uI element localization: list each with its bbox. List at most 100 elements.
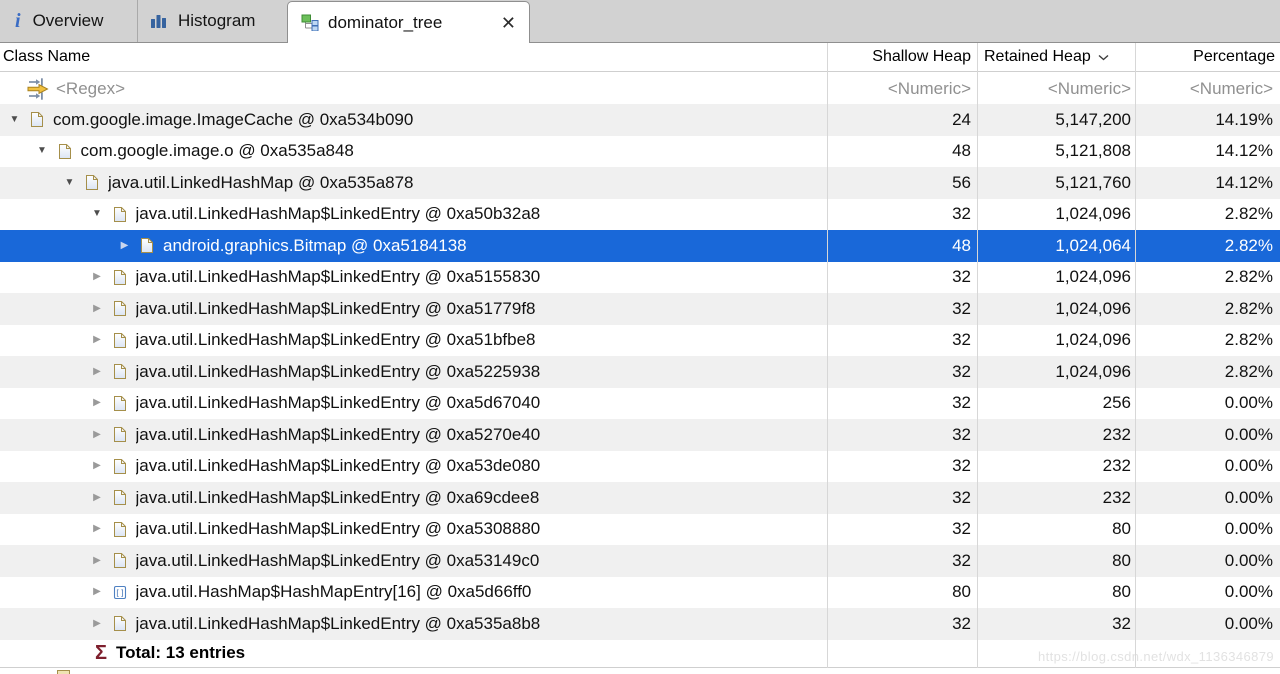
shallow-heap-value: 32 (952, 330, 971, 350)
column-divider[interactable] (977, 43, 978, 668)
filter-row: <Regex> <Numeric> <Numeric> <Numeric> (0, 73, 1280, 104)
percentage-value: 0.00% (1224, 393, 1273, 413)
column-divider[interactable] (827, 43, 828, 668)
retained-heap-value: 80 (1112, 550, 1131, 570)
expand-arrow-icon[interactable]: ▶ (118, 240, 131, 251)
class-name-filter-input[interactable]: <Regex> (0, 77, 828, 100)
percentage-value: 2.82% (1224, 330, 1273, 350)
object-label: java.util.LinkedHashMap$LinkedEntry @ 0x… (135, 330, 536, 350)
collapse-arrow-icon[interactable]: ▼ (8, 114, 21, 125)
tree-row[interactable]: ▶ java.util.LinkedHashMap$LinkedEntry @ 0… (0, 356, 1280, 388)
expand-arrow-icon[interactable]: ▶ (91, 587, 104, 597)
percentage-value: 0.00% (1224, 550, 1273, 570)
retained-heap-filter-input[interactable]: <Numeric> (978, 79, 1136, 99)
tree-row[interactable]: ▶ java.util.LinkedHashMap$LinkedEntry @ 0… (0, 324, 1280, 356)
retained-heap-value: 1,024,096 (1055, 330, 1131, 350)
expand-arrow-icon[interactable]: ▶ (91, 303, 104, 314)
percentage-value: 14.12% (1215, 141, 1273, 161)
tree-row[interactable]: ▼ com.google.image.ImageCache @ 0xa534b09… (0, 104, 1280, 136)
object-label: java.util.LinkedHashMap$LinkedEntry @ 0x… (135, 361, 541, 381)
column-header-retained-heap[interactable]: Retained Heap (978, 48, 1136, 66)
shallow-heap-value: 32 (952, 487, 971, 507)
column-header-shallow-heap[interactable]: Shallow Heap (828, 48, 978, 66)
close-tab-icon[interactable]: ✕ (501, 14, 516, 32)
object-label: java.util.LinkedHashMap$LinkedEntry @ 0x… (135, 519, 541, 539)
expand-arrow-icon[interactable]: ▶ (91, 492, 104, 503)
collapse-arrow-icon[interactable]: ▼ (91, 209, 104, 219)
retained-heap-value: 232 (1102, 424, 1131, 444)
shallow-heap-filter-input[interactable]: <Numeric> (828, 79, 978, 99)
tree-row[interactable]: ▶ java.util.LinkedHashMap$LinkedEntry @ 0… (0, 450, 1280, 482)
shallow-heap-value: 32 (952, 267, 971, 287)
object-instance-icon (113, 206, 127, 223)
expand-arrow-icon[interactable]: ▶ (91, 429, 104, 440)
histogram-icon (150, 13, 168, 30)
shallow-heap-value: 32 (952, 298, 971, 318)
collapse-arrow-icon[interactable]: ▼ (63, 177, 76, 188)
object-instance-icon (113, 521, 127, 538)
tree-row[interactable]: ▶ java.util.LinkedHashMap$LinkedEntry @ 0… (0, 387, 1280, 419)
object-instance-icon (113, 332, 127, 349)
object-label: java.util.LinkedHashMap$LinkedEntry @ 0x… (135, 550, 540, 570)
object-instance-icon (113, 489, 127, 506)
retained-heap-value: 232 (1102, 456, 1131, 476)
retained-heap-value: 1,024,096 (1055, 298, 1131, 318)
shallow-heap-value: 32 (952, 361, 971, 381)
shallow-heap-value: 48 (952, 235, 971, 255)
shallow-heap-value: 32 (952, 456, 971, 476)
dominator-tree-icon (301, 14, 319, 32)
percentage-value: 0.00% (1224, 487, 1273, 507)
tree-row[interactable]: ▼ java.util.LinkedHashMap$LinkedEntry @ 0… (0, 198, 1280, 230)
filter-icon (27, 78, 49, 100)
shallow-heap-value: 80 (952, 582, 971, 602)
column-header-class-name[interactable]: Class Name (0, 48, 828, 66)
sort-descending-icon (1098, 54, 1109, 60)
object-label: java.util.LinkedHashMap @ 0xa535a878 (108, 172, 414, 192)
retained-heap-value: 1,024,096 (1055, 204, 1131, 224)
watermark-text: https://blog.csdn.net/wdx_1136346879 (1037, 649, 1274, 664)
object-instance-icon (140, 237, 154, 254)
expand-arrow-icon[interactable]: ▶ (91, 618, 104, 629)
shallow-heap-value: 32 (952, 393, 971, 413)
expand-arrow-icon[interactable]: ▶ (91, 272, 104, 282)
tree-row[interactable]: ▶ java.util.LinkedHashMap$LinkedEntry @ 0… (0, 419, 1280, 451)
tree-row[interactable]: ▼ com.google.image.o @ 0xa535a848 48 5,121,… (0, 135, 1280, 167)
column-divider[interactable] (1135, 43, 1136, 668)
tree-row[interactable]: ▶ [] java.util.HashMap$HashMapEntry[16] @ … (0, 576, 1280, 608)
expand-arrow-icon[interactable]: ▶ (91, 398, 104, 408)
tree-row[interactable]: ▼ java.util.LinkedHashMap @ 0xa535a878 56 5… (0, 167, 1280, 199)
tree-row[interactable]: ▶ android.graphics.Bitmap @ 0xa5184138 48 1… (0, 230, 1280, 262)
retained-heap-value: 256 (1102, 393, 1131, 413)
tree-row[interactable]: ▶ java.util.LinkedHashMap$LinkedEntry @ 0… (0, 293, 1280, 325)
svg-text:[]: [] (115, 589, 125, 598)
collapse-arrow-icon[interactable]: ▼ (36, 146, 49, 156)
tab-overview[interactable]: i Overview (0, 0, 137, 42)
object-label: java.util.LinkedHashMap$LinkedEntry @ 0x… (135, 204, 541, 224)
object-label: java.util.LinkedHashMap$LinkedEntry @ 0x… (135, 267, 541, 287)
tab-dominator-tree[interactable]: dominator_tree ✕ (287, 1, 530, 43)
tree-row[interactable]: ▶ java.util.LinkedHashMap$LinkedEntry @ 0… (0, 545, 1280, 577)
expand-arrow-icon[interactable]: ▶ (91, 524, 104, 534)
expand-arrow-icon[interactable]: ▶ (91, 335, 104, 345)
tree-row[interactable]: ▶ java.util.LinkedHashMap$LinkedEntry @ 0… (0, 261, 1280, 293)
tree-row[interactable]: ▶ java.util.LinkedHashMap$LinkedEntry @ 0… (0, 482, 1280, 514)
percentage-value: 0.00% (1224, 582, 1273, 602)
retained-heap-value: 1,024,064 (1055, 235, 1131, 255)
total-label: Total: 13 entries (116, 643, 246, 663)
percentage-filter-input[interactable]: <Numeric> (1136, 79, 1280, 99)
column-header-retained-heap-label: Retained Heap (984, 48, 1091, 65)
column-header-percentage[interactable]: Percentage (1136, 48, 1280, 66)
partial-object-icon (57, 670, 70, 674)
tree-row[interactable]: ▶ java.util.LinkedHashMap$LinkedEntry @ 0… (0, 608, 1280, 640)
tree-row[interactable]: ▶ java.util.LinkedHashMap$LinkedEntry @ 0… (0, 513, 1280, 545)
tab-histogram[interactable]: Histogram (138, 0, 286, 42)
object-instance-icon (58, 143, 72, 160)
expand-arrow-icon[interactable]: ▶ (91, 366, 104, 377)
expand-arrow-icon[interactable]: ▶ (91, 461, 104, 471)
object-instance-icon (113, 426, 127, 443)
object-instance-icon (85, 174, 99, 191)
shallow-heap-value: 32 (952, 204, 971, 224)
retained-heap-value: 1,024,096 (1055, 267, 1131, 287)
expand-arrow-icon[interactable]: ▶ (91, 555, 104, 566)
shallow-heap-value: 32 (952, 613, 971, 633)
